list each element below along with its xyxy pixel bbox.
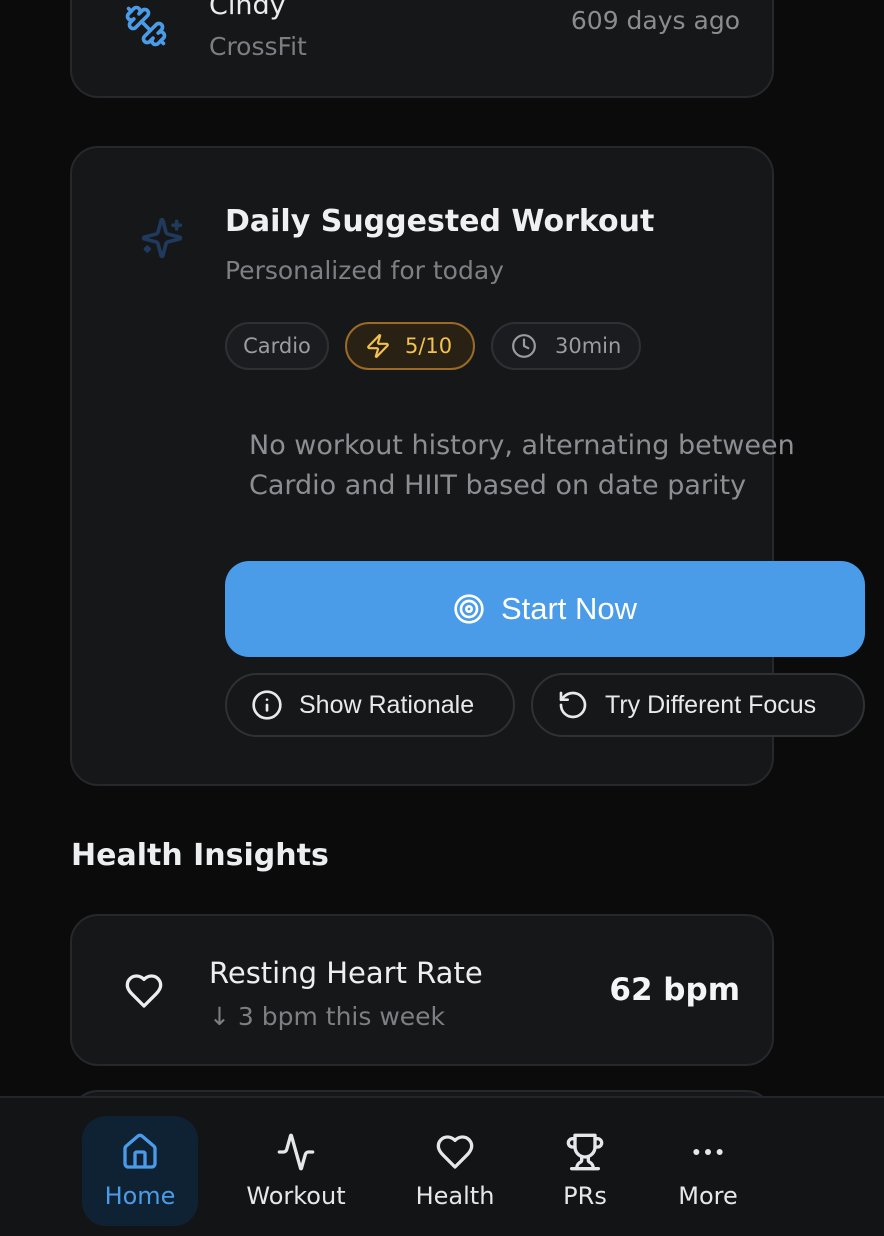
workout-time-ago: 609 days ago xyxy=(570,6,740,35)
start-now-label: Start Now xyxy=(500,591,638,626)
daily-workout-title: Daily Suggested Workout xyxy=(225,204,655,239)
show-rationale-button[interactable]: Show Rationale xyxy=(225,673,515,737)
target-icon xyxy=(454,594,484,624)
sparkle-icon xyxy=(140,216,184,260)
workout-type-label: Cardio xyxy=(243,334,311,358)
workout-name: Cindy xyxy=(209,0,286,21)
workout-category: CrossFit xyxy=(209,32,307,61)
info-icon xyxy=(252,690,282,720)
nav-item-prs[interactable]: PRs xyxy=(545,1116,625,1226)
nav-item-home[interactable]: Home xyxy=(82,1116,198,1226)
heart-icon xyxy=(124,971,164,1011)
intensity-value: 5/10 xyxy=(405,334,453,358)
nav-item-health[interactable]: Health xyxy=(400,1116,510,1226)
duration-chip: 30min xyxy=(491,322,641,370)
nav-label-prs: PRs xyxy=(563,1182,607,1210)
daily-workout-subtitle: Personalized for today xyxy=(225,256,504,285)
heart-icon xyxy=(436,1135,474,1169)
intensity-chip: 5/10 xyxy=(345,322,475,370)
insight-title: Resting Heart Rate xyxy=(209,956,483,990)
health-insights-title: Health Insights xyxy=(71,838,329,873)
show-rationale-label: Show Rationale xyxy=(299,690,475,719)
resting-heart-rate-card[interactable]: Resting Heart Rate ↓ 3 bpm this week 62 … xyxy=(70,914,774,1066)
nav-item-more[interactable]: More xyxy=(660,1116,756,1226)
workout-description: No workout history, alternating between … xyxy=(249,430,795,501)
bottom-nav: Home Workout Health PRs More xyxy=(0,1096,884,1236)
insight-trend: ↓ 3 bpm this week xyxy=(209,1002,446,1031)
duration-value: 30min xyxy=(555,334,622,358)
start-now-button[interactable]: Start Now xyxy=(225,561,865,657)
lightning-icon xyxy=(367,334,389,358)
try-different-focus-button[interactable]: Try Different Focus xyxy=(531,673,865,737)
nav-item-workout[interactable]: Workout xyxy=(236,1116,356,1226)
daily-suggested-workout-card: Daily Suggested Workout Personalized for… xyxy=(70,146,865,786)
clock-icon xyxy=(512,334,536,358)
activity-icon xyxy=(277,1133,315,1171)
nav-label-workout: Workout xyxy=(246,1182,346,1210)
trophy-icon xyxy=(566,1133,604,1171)
more-icon xyxy=(693,1149,723,1155)
recent-workout-card[interactable]: Cindy CrossFit 609 days ago xyxy=(70,0,774,98)
try-different-focus-label: Try Different Focus xyxy=(605,690,817,719)
insight-value: 62 bpm xyxy=(609,972,740,1008)
nav-label-more: More xyxy=(678,1182,738,1210)
workout-type-chip: Cardio xyxy=(225,322,329,370)
nav-label-health: Health xyxy=(415,1182,495,1210)
dumbbell-icon xyxy=(124,4,168,48)
home-icon xyxy=(123,1133,157,1169)
app-screen: Cindy CrossFit 609 days ago Daily Sugges… xyxy=(0,0,884,1236)
nav-label-home: Home xyxy=(104,1182,176,1210)
rotate-ccw-icon xyxy=(559,691,587,719)
